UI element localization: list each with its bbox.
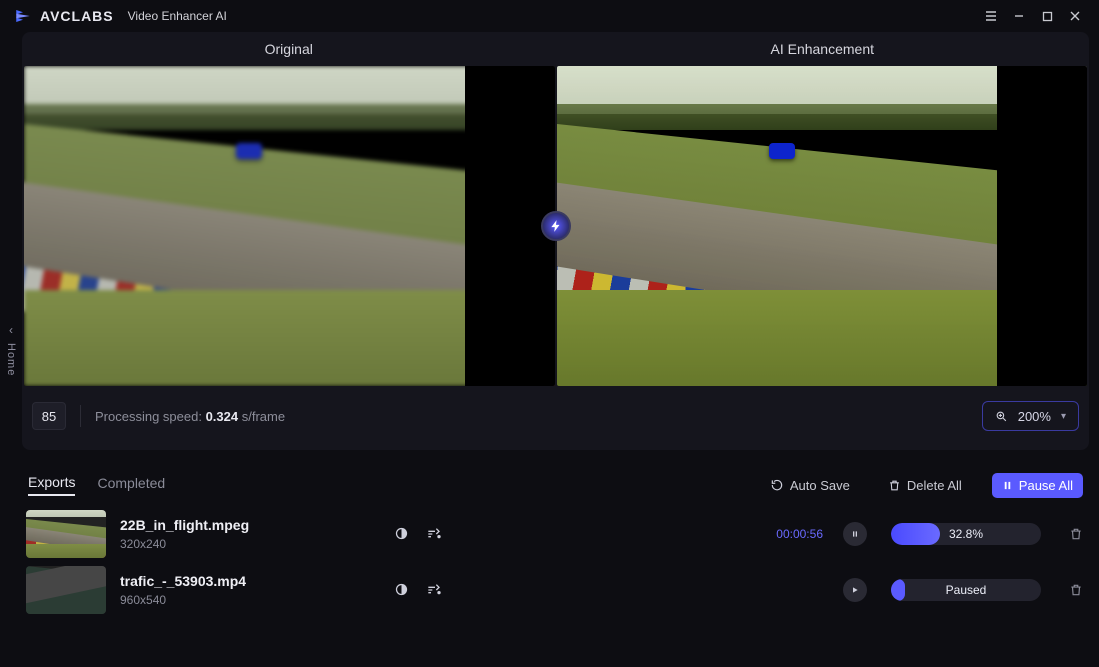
titlebar: AVCLABS Video Enhancer AI [0, 0, 1099, 32]
delete-all-button[interactable]: Delete All [880, 474, 970, 497]
export-filename: trafic_-_53903.mp4 [120, 573, 340, 589]
side-rail-label: Home [5, 343, 17, 376]
tab-exports[interactable]: Exports [28, 474, 75, 496]
chevron-left-icon: ‹ [9, 323, 13, 337]
delete-export-button[interactable] [1069, 583, 1083, 597]
pause-all-button[interactable]: Pause All [992, 473, 1083, 498]
motion-icon[interactable] [427, 582, 443, 598]
autosave-icon [770, 478, 784, 492]
motion-icon[interactable] [427, 526, 443, 542]
pause-icon [851, 530, 859, 538]
preview-original[interactable] [24, 66, 555, 386]
contrast-icon[interactable] [394, 526, 409, 542]
export-resolution: 320x240 [120, 537, 340, 551]
chevron-down-icon: ▾ [1061, 411, 1066, 422]
preview-enhanced[interactable] [557, 66, 1088, 386]
export-row: trafic_-_53903.mp4 960x540 Paused [22, 562, 1089, 618]
export-thumbnail[interactable] [26, 566, 106, 614]
pause-icon [1002, 480, 1013, 491]
hamburger-icon [984, 9, 998, 23]
maximize-icon [1042, 11, 1053, 22]
side-rail[interactable]: ‹ Home [0, 32, 22, 667]
status-row: 85 Processing speed: 0.324 s/frame 200% … [22, 394, 1089, 438]
product-name: Video Enhancer AI [128, 9, 227, 23]
close-button[interactable] [1061, 2, 1089, 30]
play-icon [851, 586, 859, 594]
preview-row [22, 66, 1089, 386]
app-logo: AVCLABS Video Enhancer AI [14, 7, 227, 25]
trash-icon [1069, 583, 1083, 597]
zoom-value: 200% [1018, 409, 1051, 424]
export-thumbnail[interactable] [26, 510, 106, 558]
export-filename: 22B_in_flight.mpeg [120, 517, 340, 533]
tab-completed[interactable]: Completed [97, 475, 165, 495]
export-elapsed: 00:00:56 [776, 527, 823, 541]
trash-icon [1069, 527, 1083, 541]
divider [80, 405, 81, 427]
export-progress[interactable]: 32.8% [891, 523, 1041, 545]
trash-icon [888, 479, 901, 492]
export-row: 22B_in_flight.mpeg 320x240 00:00:56 32.8… [22, 506, 1089, 562]
maximize-button[interactable] [1033, 2, 1061, 30]
frame-counter: 85 [32, 402, 66, 430]
brand-mark-icon [14, 7, 32, 25]
delete-export-button[interactable] [1069, 527, 1083, 541]
minimize-icon [1013, 10, 1025, 22]
menu-button[interactable] [977, 2, 1005, 30]
compare-toggle[interactable] [541, 211, 571, 241]
resume-export-button[interactable] [843, 578, 867, 602]
exports-bar: Exports Completed Auto Save Delete All P… [22, 464, 1089, 506]
export-list: 22B_in_flight.mpeg 320x240 00:00:56 32.8… [22, 506, 1089, 618]
magnify-icon [995, 410, 1008, 423]
brand-name: AVCLABS [40, 8, 114, 24]
autosave-button[interactable]: Auto Save [762, 474, 858, 497]
processing-speed: Processing speed: 0.324 s/frame [95, 409, 285, 424]
zoom-select[interactable]: 200% ▾ [982, 401, 1079, 431]
export-progress[interactable]: Paused [891, 579, 1041, 601]
export-resolution: 960x540 [120, 593, 340, 607]
preview-card: Original AI Enhancement [22, 32, 1089, 450]
minimize-button[interactable] [1005, 2, 1033, 30]
bolt-icon [549, 219, 563, 233]
preview-title-enhanced: AI Enhancement [556, 41, 1090, 57]
contrast-icon[interactable] [394, 582, 409, 598]
close-icon [1069, 10, 1081, 22]
preview-title-original: Original [22, 41, 556, 57]
pause-export-button[interactable] [843, 522, 867, 546]
